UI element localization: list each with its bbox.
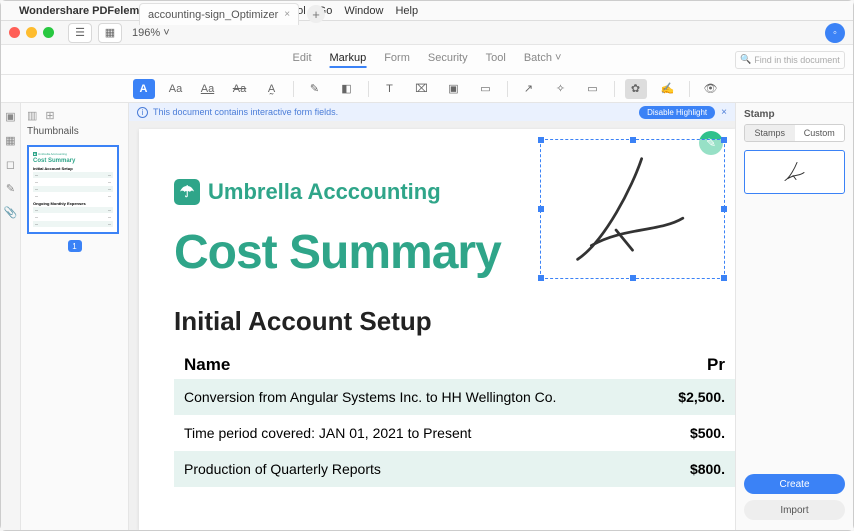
callout-icon[interactable]: ⌧: [411, 79, 433, 99]
page-number-badge: 1: [68, 240, 82, 252]
mode-toolbar: Edit Markup Form Security Tool Batch ˅ 🔍…: [1, 45, 853, 75]
section-title: Initial Account Setup: [174, 306, 735, 337]
divider: [689, 81, 690, 97]
underline-icon[interactable]: Aa: [197, 79, 219, 99]
table-header: Name Pr: [174, 351, 735, 379]
note-icon[interactable]: ▣: [443, 79, 465, 99]
window-bar: ☰ ▦ 196% ˅ accounting-sign_Optimizer × +…: [1, 21, 853, 45]
textbox-icon[interactable]: T: [379, 79, 401, 99]
signature-svg: [541, 140, 724, 278]
pencil-icon[interactable]: ✎: [304, 79, 326, 99]
markup-toolbar: A Aa Aa Aa A̰ ✎ ◧ T ⌧ ▣ ▭ ↗ ✧ ▭ ✿ ✍ 👁: [1, 75, 853, 103]
divider: [614, 81, 615, 97]
sidebar-toggle[interactable]: ☰: [68, 23, 92, 43]
hide-annotations-icon[interactable]: 👁: [700, 79, 722, 99]
thumb-logo: ■: [33, 152, 37, 156]
close-window[interactable]: [9, 27, 20, 38]
disable-highlight-button[interactable]: Disable Highlight: [639, 106, 715, 119]
menu-help[interactable]: Help: [395, 5, 418, 17]
col-price: Pr: [665, 355, 725, 375]
seg-stamps[interactable]: Stamps: [745, 125, 795, 141]
stamp-icon[interactable]: ✿: [625, 79, 647, 99]
maximize-window[interactable]: [43, 27, 54, 38]
signature-icon[interactable]: ✍: [657, 79, 679, 99]
signature-stamp[interactable]: [540, 139, 725, 279]
squiggly-icon[interactable]: A̰: [261, 79, 283, 99]
seg-custom[interactable]: Custom: [795, 125, 845, 141]
divider: [507, 81, 508, 97]
search-icon: 🔍: [740, 54, 751, 65]
tab-security[interactable]: Security: [428, 52, 468, 68]
canvas: i This document contains interactive for…: [129, 103, 735, 530]
search-input[interactable]: 🔍 Find in this document: [735, 51, 845, 69]
stamp-panel-title: Stamp: [736, 103, 853, 124]
main-area: ▣ ▦ ◻ ✎ 📎 ▥ ⊞ Thumbnails ■ Umbrella Accc…: [1, 103, 853, 530]
tab-markup[interactable]: Markup: [330, 52, 367, 68]
shapes-icon[interactable]: ▭: [582, 79, 604, 99]
create-button[interactable]: Create: [744, 474, 845, 494]
import-button[interactable]: Import: [744, 500, 845, 520]
tab-form[interactable]: Form: [384, 52, 410, 68]
highlight-area-icon[interactable]: A: [133, 79, 155, 99]
zoom-level[interactable]: 196% ˅: [132, 27, 170, 39]
rail-bookmark-icon[interactable]: ◻: [4, 157, 18, 171]
divider: [368, 81, 369, 97]
tab-tool[interactable]: Tool: [486, 52, 506, 68]
tab-edit[interactable]: Edit: [293, 52, 312, 68]
stamp-preview[interactable]: [744, 150, 845, 194]
brand-icon: ☂: [174, 179, 200, 205]
banner-text: This document contains interactive form …: [153, 107, 338, 117]
thumbnails-title: Thumbnails: [27, 126, 122, 137]
tab-batch[interactable]: Batch ˅: [524, 52, 562, 68]
thumbnails-toggle[interactable]: ▦: [98, 23, 122, 43]
col-name: Name: [184, 355, 665, 375]
left-rail: ▣ ▦ ◻ ✎ 📎: [1, 103, 21, 530]
pin-icon[interactable]: ✧: [550, 79, 572, 99]
close-banner-icon[interactable]: ×: [721, 107, 727, 118]
thumbnails-panel: ▥ ⊞ Thumbnails ■ Umbrella Acccounting Co…: [21, 103, 129, 530]
thumbnails-header: ▥ ⊞: [27, 109, 122, 122]
rail-comment-icon[interactable]: ✎: [4, 181, 18, 195]
rail-thumbnails-icon[interactable]: ▣: [4, 109, 18, 123]
table-body: Conversion from Angular Systems Inc. to …: [174, 379, 735, 487]
search-placeholder: Find in this document: [754, 55, 840, 65]
stamp-segment-control[interactable]: Stamps Custom: [744, 124, 845, 142]
traffic-lights: [9, 27, 54, 38]
close-tab-icon[interactable]: ×: [284, 9, 290, 20]
rail-attachment-icon[interactable]: 📎: [4, 205, 18, 219]
form-fields-banner: i This document contains interactive for…: [129, 103, 735, 121]
divider: [293, 81, 294, 97]
thumb-layout-icon[interactable]: ▥: [27, 109, 37, 122]
menu-window[interactable]: Window: [344, 5, 383, 17]
tab-label: accounting-sign_Optimizer: [148, 9, 278, 21]
page-thumbnail[interactable]: ■ Umbrella Acccounting Cost Summary Init…: [27, 145, 119, 234]
tab-strip: accounting-sign_Optimizer × +: [139, 3, 325, 25]
text-tool-icon[interactable]: Aa: [165, 79, 187, 99]
area-highlight-icon[interactable]: ▭: [475, 79, 497, 99]
table-row: Conversion from Angular Systems Inc. to …: [174, 379, 735, 415]
stamp-panel: Stamp Stamps Custom Create Import: [735, 103, 853, 530]
strikethrough-icon[interactable]: Aa: [229, 79, 251, 99]
new-tab-button[interactable]: +: [307, 5, 325, 23]
eraser-icon[interactable]: ◧: [336, 79, 358, 99]
info-icon: i: [137, 107, 148, 118]
arrow-icon[interactable]: ↗: [518, 79, 540, 99]
thumb-grid-icon[interactable]: ⊞: [45, 109, 54, 122]
minimize-window[interactable]: [26, 27, 37, 38]
stamp-buttons: Create Import: [736, 468, 853, 530]
document-tab[interactable]: accounting-sign_Optimizer ×: [139, 3, 299, 25]
profile-avatar[interactable]: ◦: [825, 23, 845, 43]
table-row: Time period covered: JAN 01, 2021 to Pre…: [174, 415, 735, 451]
mode-tabs: Edit Markup Form Security Tool Batch ˅: [293, 52, 562, 68]
menubar: Wondershare PDFelement Pro File Edit Vie…: [1, 1, 853, 21]
table-row: Production of Quarterly Reports $800.: [174, 451, 735, 487]
brand-name: Umbrella Acccounting: [208, 179, 441, 205]
rail-grid-icon[interactable]: ▦: [4, 133, 18, 147]
